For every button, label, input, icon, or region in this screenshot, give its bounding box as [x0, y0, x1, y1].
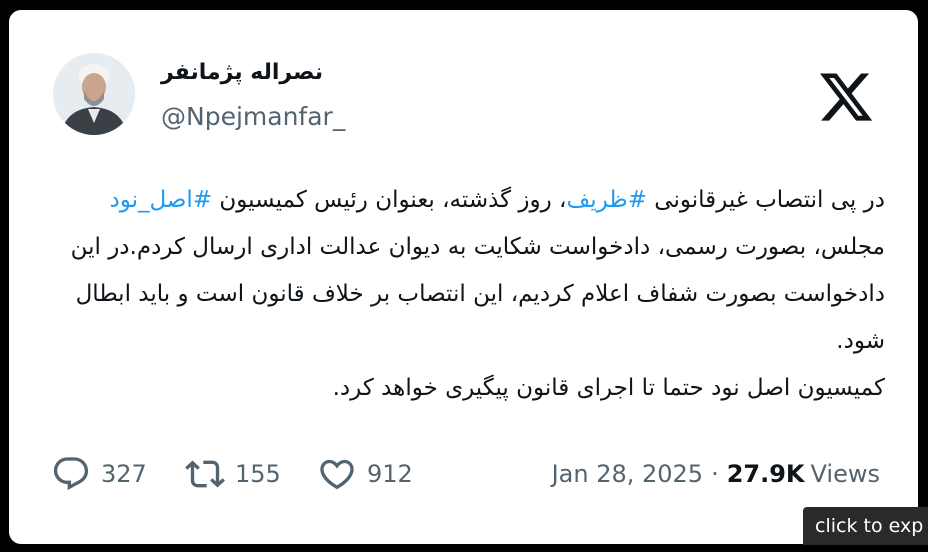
- reply-icon: [53, 457, 89, 491]
- hashtag-link-zarif[interactable]: #ظریف: [566, 187, 646, 213]
- tweet-meta: Jan 28, 2025 · 27.9K Views: [552, 450, 880, 498]
- like-button[interactable]: 912: [317, 450, 413, 498]
- like-icon: [320, 459, 354, 490]
- tweet-text-part: مجلس، بصورت رسمی، دادخواست شکایت به دیوا…: [70, 234, 885, 354]
- retweet-icon: [185, 460, 225, 488]
- tweet-footer: 327 155 912 Jan 28, 2025 · 27.9K Views: [9, 450, 918, 498]
- tweet-card[interactable]: نصراله پژمانفر @Npejmanfar_ در پی انتصاب…: [9, 10, 918, 544]
- tweet-date[interactable]: Jan 28, 2025: [552, 460, 704, 488]
- reply-count: 327: [101, 460, 147, 488]
- tweet-text-part: در پی انتصاب غیرقانونی: [646, 187, 885, 213]
- author-name[interactable]: نصراله پژمانفر: [161, 60, 323, 85]
- expand-tooltip[interactable]: click to exp: [803, 507, 928, 545]
- tweet-text-part: کمیسیون اصل نود حتما تا اجرای قانون پیگی…: [332, 375, 885, 401]
- avatar[interactable]: [53, 53, 135, 135]
- retweet-count: 155: [235, 460, 281, 488]
- views-count: 27.9K: [726, 460, 805, 488]
- tweet-header: نصراله پژمانفر @Npejmanfar_: [9, 10, 918, 150]
- like-count: 912: [367, 460, 413, 488]
- retweet-button[interactable]: 155: [185, 450, 281, 498]
- tweet-text-part: ، روز گذشته، بعنوان رئیس کمیسیون: [212, 187, 567, 213]
- x-logo-icon[interactable]: [817, 68, 875, 126]
- views-label: Views: [810, 460, 880, 488]
- meta-separator: ·: [711, 460, 719, 488]
- tweet-text: در پی انتصاب غیرقانونی #ظریف، روز گذشته،…: [49, 177, 885, 412]
- hashtag-link-asl-navad[interactable]: #اصل_نود: [109, 187, 212, 213]
- author-handle[interactable]: @Npejmanfar_: [161, 102, 345, 131]
- avatar-portrait-icon: [53, 53, 135, 135]
- reply-button[interactable]: 327: [51, 450, 147, 498]
